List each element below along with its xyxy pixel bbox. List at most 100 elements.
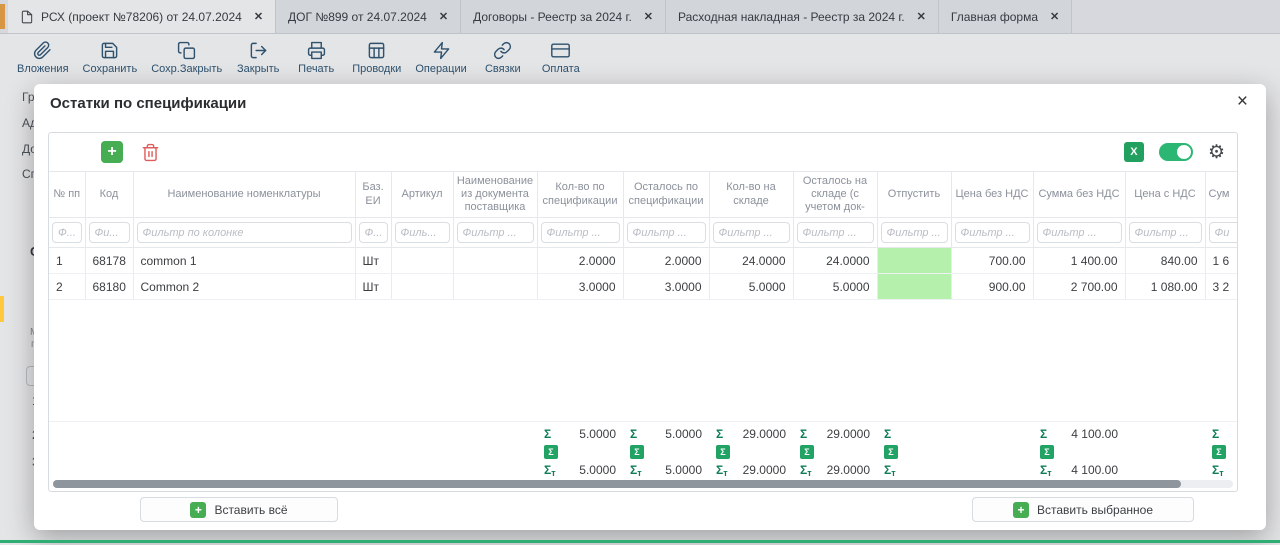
cell: 700.00 xyxy=(951,248,1033,274)
delete-row-button[interactable] xyxy=(141,143,160,162)
filter-input-5[interactable] xyxy=(457,222,534,243)
empty-cell xyxy=(49,300,1237,422)
table-header-row: № ппКодНаименование номенклатурыБаз. ЕИА… xyxy=(49,172,1237,218)
sum-badge-icon[interactable]: Σ xyxy=(716,445,730,459)
sum-badge-icon[interactable]: Σ xyxy=(800,445,814,459)
totals-cell: Σ5.0000ΣΣт5.0000 xyxy=(537,422,623,480)
filter-input-14[interactable] xyxy=(1209,222,1238,243)
filter-cell xyxy=(133,218,355,248)
cell: 2 700.00 xyxy=(1033,274,1125,300)
totals-cell xyxy=(355,422,391,480)
sum-badge-icon[interactable]: Σ xyxy=(630,445,644,459)
filter-cell xyxy=(709,218,793,248)
column-header-2[interactable]: Наименование номенклатуры xyxy=(133,172,355,218)
export-excel-button[interactable]: X xyxy=(1124,142,1144,162)
sum-value: 29.0000 xyxy=(827,427,870,441)
filter-cell xyxy=(391,218,453,248)
cell[interactable] xyxy=(877,248,951,274)
sum-icon: Σ xyxy=(800,427,807,441)
column-header-5[interactable]: Наименование из документа поставщика xyxy=(453,172,537,218)
cell: 1 6 xyxy=(1205,248,1237,274)
column-header-6[interactable]: Кол-во по спецификации xyxy=(537,172,623,218)
spec-panel-toolbar-right: X ⚙ xyxy=(1124,142,1225,162)
filter-input-0[interactable] xyxy=(52,222,82,243)
cell: 840.00 xyxy=(1125,248,1205,274)
filter-input-11[interactable] xyxy=(955,222,1030,243)
cell: 1 400.00 xyxy=(1033,248,1125,274)
filter-input-3[interactable] xyxy=(359,222,388,243)
column-header-13[interactable]: Цена с НДС xyxy=(1125,172,1205,218)
column-header-8[interactable]: Кол-во на складе xyxy=(709,172,793,218)
filter-cell xyxy=(1205,218,1237,248)
filter-input-2[interactable] xyxy=(137,222,352,243)
sum-total-value: 29.0000 xyxy=(827,463,870,477)
column-header-1[interactable]: Код xyxy=(85,172,133,218)
sum-total-icon: Σт xyxy=(716,463,728,478)
cell: 24.0000 xyxy=(793,248,877,274)
sum-icon: Σ xyxy=(544,427,551,441)
column-header-0[interactable]: № пп xyxy=(49,172,85,218)
filter-toggle[interactable] xyxy=(1159,143,1193,161)
filter-input-4[interactable] xyxy=(395,222,450,243)
sum-total-value: 5.0000 xyxy=(579,463,616,477)
column-header-10[interactable]: Отпустить xyxy=(877,172,951,218)
cell xyxy=(453,248,537,274)
sum-badge-icon[interactable]: Σ xyxy=(544,445,558,459)
insert-selected-button[interactable]: + Вставить выбранное xyxy=(972,497,1194,522)
filter-cell xyxy=(1033,218,1125,248)
filter-input-9[interactable] xyxy=(797,222,874,243)
sum-total-icon: Σт xyxy=(1040,463,1052,478)
table-row-1[interactable]: 168178common 1Шт2.00002.000024.000024.00… xyxy=(49,248,1237,274)
filter-input-10[interactable] xyxy=(881,222,948,243)
filter-input-1[interactable] xyxy=(89,222,130,243)
totals-cell: Σ4 100.00ΣΣт4 100.00 xyxy=(1033,422,1125,480)
cell: Common 2 xyxy=(133,274,355,300)
column-header-9[interactable]: Осталось на складе (с учетом док- xyxy=(793,172,877,218)
insert-all-button[interactable]: + Вставить всё xyxy=(140,497,338,522)
column-header-4[interactable]: Артикул xyxy=(391,172,453,218)
cell: 900.00 xyxy=(951,274,1033,300)
filter-input-12[interactable] xyxy=(1037,222,1122,243)
table-row-2[interactable]: 268180Common 2Шт3.00003.00005.00005.0000… xyxy=(49,274,1237,300)
left-edge-highlight xyxy=(0,296,4,322)
column-header-12[interactable]: Сумма без НДС xyxy=(1033,172,1125,218)
column-header-7[interactable]: Осталось по спецификации xyxy=(623,172,709,218)
totals-row: Σ5.0000ΣΣт5.0000Σ5.0000ΣΣт5.0000Σ29.0000… xyxy=(49,422,1237,480)
sum-badge-icon[interactable]: Σ xyxy=(1212,445,1226,459)
insert-all-label: Вставить всё xyxy=(214,503,287,517)
cell: Шт xyxy=(355,274,391,300)
filter-input-8[interactable] xyxy=(713,222,790,243)
cell: 3.0000 xyxy=(623,274,709,300)
sum-icon: Σ xyxy=(1040,427,1047,441)
table-empty-area xyxy=(49,300,1237,422)
column-header-11[interactable]: Цена без НДС xyxy=(951,172,1033,218)
cell: 5.0000 xyxy=(709,274,793,300)
sum-badge-icon[interactable]: Σ xyxy=(884,445,898,459)
horizontal-scrollbar[interactable] xyxy=(53,480,1233,488)
insert-selected-label: Вставить выбранное xyxy=(1037,503,1153,517)
sum-badge-icon[interactable]: Σ xyxy=(1040,445,1054,459)
settings-gear-icon[interactable]: ⚙ xyxy=(1208,143,1225,162)
column-header-3[interactable]: Баз. ЕИ xyxy=(355,172,391,218)
spec-table-wrap: № ппКодНаименование номенклатурыБаз. ЕИА… xyxy=(49,171,1237,479)
filter-input-13[interactable] xyxy=(1129,222,1202,243)
filter-row xyxy=(49,218,1237,248)
cell xyxy=(453,274,537,300)
filter-cell xyxy=(951,218,1033,248)
filter-input-7[interactable] xyxy=(627,222,706,243)
column-header-14[interactable]: Сум xyxy=(1205,172,1237,218)
dialog-close-icon[interactable]: × xyxy=(1237,92,1248,111)
totals-cell: Σ29.0000ΣΣт29.0000 xyxy=(793,422,877,480)
totals-cell xyxy=(1125,422,1205,480)
cell[interactable] xyxy=(877,274,951,300)
add-row-button[interactable]: + xyxy=(101,141,123,163)
filter-cell xyxy=(1125,218,1205,248)
filter-input-6[interactable] xyxy=(541,222,620,243)
sum-total-value: 29.0000 xyxy=(743,463,786,477)
scrollbar-thumb[interactable] xyxy=(53,480,1181,488)
sum-total-icon: Σт xyxy=(630,463,642,478)
totals-cell: Σ5.0000ΣΣт5.0000 xyxy=(623,422,709,480)
cell xyxy=(391,248,453,274)
dialog-footer: + Вставить всё + Вставить выбранное xyxy=(48,497,1252,522)
sum-value: 4 100.00 xyxy=(1071,427,1118,441)
